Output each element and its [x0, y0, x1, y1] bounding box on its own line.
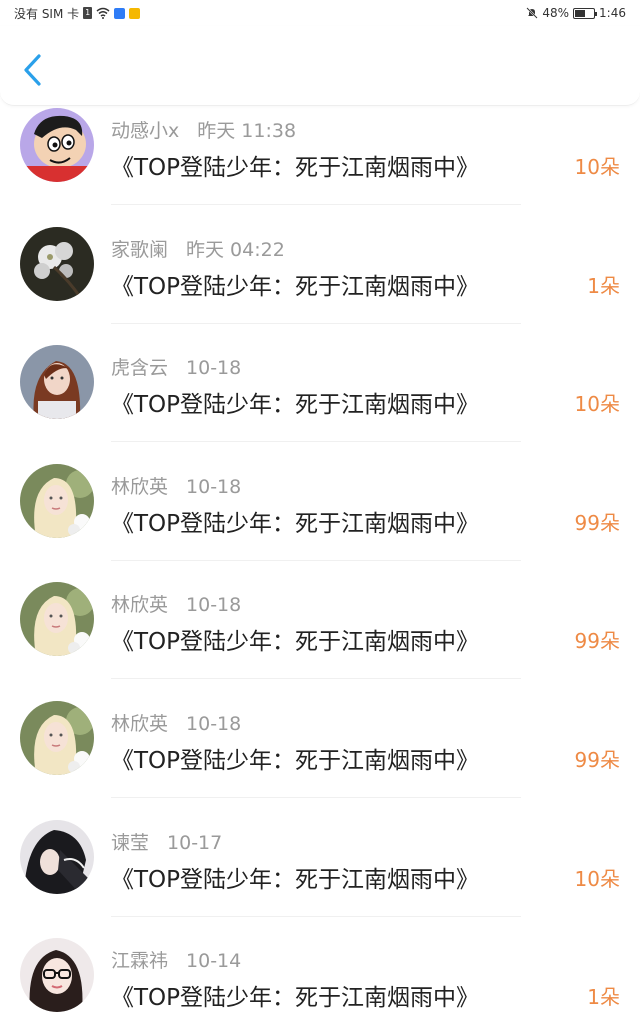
user-name: 林欣英 — [111, 713, 169, 735]
avatar[interactable] — [20, 345, 94, 420]
list-item[interactable]: 家歌阑 昨天 04:22 《TOP登陆少年：死于江南烟雨中》 1朵 — [0, 225, 640, 344]
list-item[interactable]: 虎含云 10-18 《TOP登陆少年：死于江南烟雨中》 10朵 — [0, 343, 640, 462]
timestamp: 昨天 11:38 — [197, 120, 297, 142]
item-meta: 虎含云 10-18 — [111, 353, 241, 380]
user-name: 谏莹 — [111, 831, 150, 854]
flower-count: 99朵 — [574, 748, 620, 772]
user-name: 江霖祎 — [111, 950, 169, 973]
top-nav-bar — [0, 26, 640, 106]
avatar[interactable] — [20, 582, 94, 657]
battery-percent: 48% — [542, 6, 570, 20]
timestamp: 10-17 — [167, 831, 223, 854]
divider — [111, 678, 521, 680]
item-meta: 林欣英 10-18 — [111, 472, 241, 499]
flower-count: 1朵 — [587, 985, 620, 1010]
list-item[interactable]: 林欣英 10-18 《TOP登陆少年：死于江南烟雨中》 99朵 — [0, 462, 640, 581]
user-name: 虎含云 — [111, 357, 169, 380]
item-meta: 谏莹 10-17 — [111, 828, 222, 855]
work-title: 《TOP登陆少年：死于江南烟雨中》 — [111, 155, 480, 181]
divider — [111, 559, 521, 561]
work-title: 《TOP登陆少年：死于江南烟雨中》 — [111, 629, 480, 656]
avatar[interactable] — [20, 701, 94, 775]
avatar[interactable] — [20, 463, 94, 538]
back-button[interactable] — [18, 52, 48, 88]
user-name: 动感小x — [111, 120, 180, 142]
flower-count: 1朵 — [587, 273, 620, 298]
divider — [111, 915, 521, 917]
status-bar: 没有 SIM 卡 1 48% 1:46 — [0, 0, 640, 26]
carrier-text: 没有 SIM 卡 — [14, 6, 80, 21]
avatar[interactable] — [20, 819, 94, 894]
item-meta: 家歌阑 昨天 04:22 — [111, 235, 285, 262]
app-notification-icon — [129, 7, 141, 19]
timestamp: 昨天 04:22 — [186, 238, 285, 261]
sim-slot-icon: 1 — [83, 7, 93, 19]
gift-record-list: 动感小x 昨天 11:38 《TOP登陆少年：死于江南烟雨中》 10朵 家歌阑 昨天… — [0, 106, 640, 1024]
flower-count: 99朵 — [574, 629, 620, 654]
list-item[interactable]: 林欣英 10-18 《TOP登陆少年：死于江南烟雨中》 99朵 — [0, 580, 640, 699]
divider — [111, 441, 521, 443]
avatar[interactable] — [20, 226, 94, 301]
flower-count: 99朵 — [574, 510, 620, 535]
clock: 1:46 — [599, 6, 626, 20]
item-meta: 林欣英 10-18 — [111, 709, 241, 736]
timestamp: 10-18 — [186, 594, 242, 617]
avatar[interactable] — [20, 108, 94, 182]
status-left: 没有 SIM 卡 1 — [14, 5, 141, 22]
wifi-icon — [96, 7, 110, 19]
mute-bell-icon — [526, 7, 539, 19]
work-title: 《TOP登陆少年：死于江南烟雨中》 — [111, 392, 480, 419]
user-name: 林欣英 — [111, 475, 169, 498]
list-item[interactable]: 江霖祎 10-14 《TOP登陆少年：死于江南烟雨中》 1朵 — [0, 936, 640, 1024]
flower-count: 10朵 — [574, 155, 620, 179]
timestamp: 10-18 — [186, 357, 242, 380]
work-title: 《TOP登陆少年：死于江南烟雨中》 — [111, 866, 480, 893]
flower-count: 10朵 — [574, 392, 620, 417]
divider — [111, 322, 521, 324]
timestamp: 10-14 — [186, 950, 242, 973]
work-title: 《TOP登陆少年：死于江南烟雨中》 — [111, 748, 480, 774]
list-item[interactable]: 林欣英 10-18 《TOP登陆少年：死于江南烟雨中》 99朵 — [0, 699, 640, 818]
divider — [111, 797, 521, 798]
work-title: 《TOP登陆少年：死于江南烟雨中》 — [111, 510, 480, 537]
avatar[interactable] — [20, 938, 94, 1013]
item-meta: 动感小x 昨天 11:38 — [111, 116, 296, 143]
list-item[interactable]: 动感小x 昨天 11:38 《TOP登陆少年：死于江南烟雨中》 10朵 — [0, 106, 640, 225]
user-name: 林欣英 — [111, 594, 169, 617]
item-meta: 江霖祎 10-14 — [111, 946, 241, 973]
battery-icon — [573, 7, 598, 19]
user-name: 家歌阑 — [111, 238, 169, 261]
divider — [111, 204, 521, 205]
timestamp: 10-18 — [186, 475, 242, 498]
work-title: 《TOP登陆少年：死于江南烟雨中》 — [111, 985, 480, 1012]
list-item[interactable]: 谏莹 10-17 《TOP登陆少年：死于江南烟雨中》 10朵 — [0, 818, 640, 937]
work-title: 《TOP登陆少年：死于江南烟雨中》 — [111, 273, 480, 300]
item-meta: 林欣英 10-18 — [111, 590, 241, 617]
status-right: 48% 1:46 — [526, 6, 626, 20]
flower-count: 10朵 — [574, 866, 620, 891]
timestamp: 10-18 — [186, 713, 242, 735]
app-notification-icon — [114, 7, 126, 19]
